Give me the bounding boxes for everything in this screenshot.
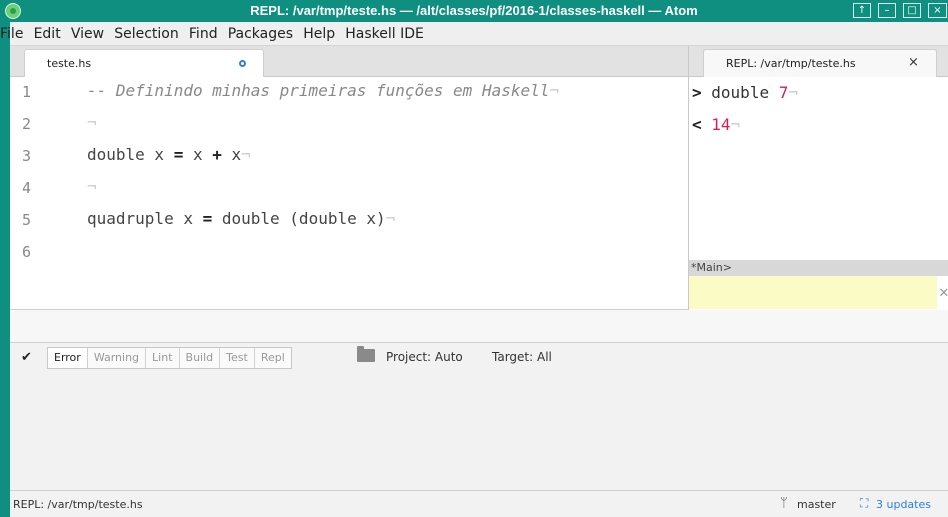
menu-packages[interactable]: Packages [225, 22, 296, 46]
code-line: 4 ¬ [10, 173, 688, 205]
tab-title: REPL: /var/tmp/teste.hs [726, 57, 856, 70]
package-updates-icon[interactable]: ⛶ [860, 496, 868, 511]
eol-marker: ¬ [241, 145, 251, 164]
code-line: 1 -- Definindo minhas primeiras funções … [10, 77, 688, 109]
eol-marker: ¬ [730, 115, 741, 134]
title-bar: REPL: /var/tmp/teste.hs — /alt/classes/p… [0, 0, 948, 22]
repl-result: 14 [711, 115, 731, 134]
eol-marker: ¬ [385, 209, 396, 228]
haskell-ide-panel: ✔ Error Warning Lint Build Test Repl Pro… [10, 343, 948, 490]
menu-bar: File Edit View Selection Find Packages H… [0, 22, 948, 46]
eol-marker: ¬ [549, 81, 560, 100]
close-tab-icon[interactable]: × [908, 55, 919, 70]
tab-test[interactable]: Test [220, 348, 255, 368]
repl-pane: > double 7¬ < 14¬ *Main> ✕ [688, 77, 948, 310]
panel-tabs: Error Warning Lint Build Test Repl [47, 347, 292, 369]
status-file-path[interactable]: REPL: /var/tmp/teste.hs [13, 498, 143, 511]
modified-indicator-icon[interactable] [239, 60, 246, 67]
editor-tab-bar: teste.hs [10, 46, 688, 77]
folder-icon[interactable] [357, 346, 375, 362]
target-label[interactable]: Target: All [492, 350, 552, 364]
check-icon[interactable]: ✔ [21, 350, 32, 365]
menu-haskell-ide[interactable]: Haskell IDE [342, 22, 427, 46]
keep-above-button[interactable]: ↑ [853, 3, 871, 18]
line-number: 1 [22, 83, 32, 101]
tab-title: teste.hs [47, 57, 92, 70]
menu-edit[interactable]: Edit [31, 22, 64, 46]
line-number: 3 [22, 147, 32, 165]
eol-marker: ¬ [87, 177, 97, 196]
tab-warning[interactable]: Warning [88, 348, 147, 368]
code-text: double x = x + x [87, 145, 242, 164]
menu-help[interactable]: Help [300, 22, 338, 46]
code-text: quadruple x = double (double x) [87, 209, 386, 228]
repl-output-marker: < [692, 115, 702, 134]
code-line: 2 ¬ [10, 109, 688, 141]
tab-error[interactable]: Error [48, 348, 88, 368]
project-label[interactable]: Project: Auto [386, 350, 463, 364]
repl-input-line: > double 7¬ [692, 83, 798, 111]
code-editor[interactable]: 1 -- Definindo minhas primeiras funções … [10, 77, 688, 310]
repl-prompt: *Main> [689, 260, 948, 276]
line-number: 6 [22, 243, 32, 261]
package-updates-label[interactable]: 3 updates [876, 498, 931, 511]
tab-repl-output[interactable]: Repl [255, 348, 291, 368]
repl-argument: 7 [778, 83, 789, 102]
line-number: 5 [22, 211, 32, 229]
menu-view[interactable]: View [68, 22, 107, 46]
tab-repl[interactable]: REPL: /var/tmp/teste.hs × [703, 49, 937, 77]
status-bar: REPL: /var/tmp/teste.hs ᛘ master ⛶ 3 upd… [10, 490, 948, 517]
repl-input-marker: > [692, 83, 702, 102]
menu-selection[interactable]: Selection [111, 22, 182, 46]
code-line: 3 double x = x + x¬ [10, 141, 688, 173]
eol-marker: ¬ [87, 113, 97, 132]
code-comment: -- Definindo minhas primeiras funções em… [87, 81, 550, 100]
window-title: REPL: /var/tmp/teste.hs — /alt/classes/p… [250, 3, 698, 18]
repl-command: double [711, 83, 770, 102]
close-window-button[interactable]: × [928, 3, 947, 18]
git-branch-icon: ᛘ [780, 496, 788, 511]
menu-file[interactable]: File [0, 22, 26, 46]
line-number: 4 [22, 179, 32, 197]
eol-marker: ¬ [788, 83, 798, 102]
minimize-button[interactable]: – [878, 3, 896, 18]
repl-input[interactable] [689, 276, 937, 309]
menu-find[interactable]: Find [186, 22, 221, 46]
maximize-button[interactable]: □ [903, 3, 921, 18]
repl-tab-bar: REPL: /var/tmp/teste.hs × [688, 46, 948, 77]
tab-teste-hs[interactable]: teste.hs [24, 49, 264, 77]
git-branch-name[interactable]: master [797, 498, 836, 511]
repl-output-line: < 14¬ [692, 115, 740, 143]
tab-lint[interactable]: Lint [146, 348, 180, 368]
line-number: 2 [22, 115, 32, 133]
code-line: 6 [10, 237, 688, 269]
empty-panel [10, 310, 948, 343]
tab-build[interactable]: Build [180, 348, 221, 368]
scroll-right-icon[interactable]: ✕ [939, 282, 948, 301]
code-line: 5 quadruple x = double (double x)¬ [10, 205, 688, 237]
